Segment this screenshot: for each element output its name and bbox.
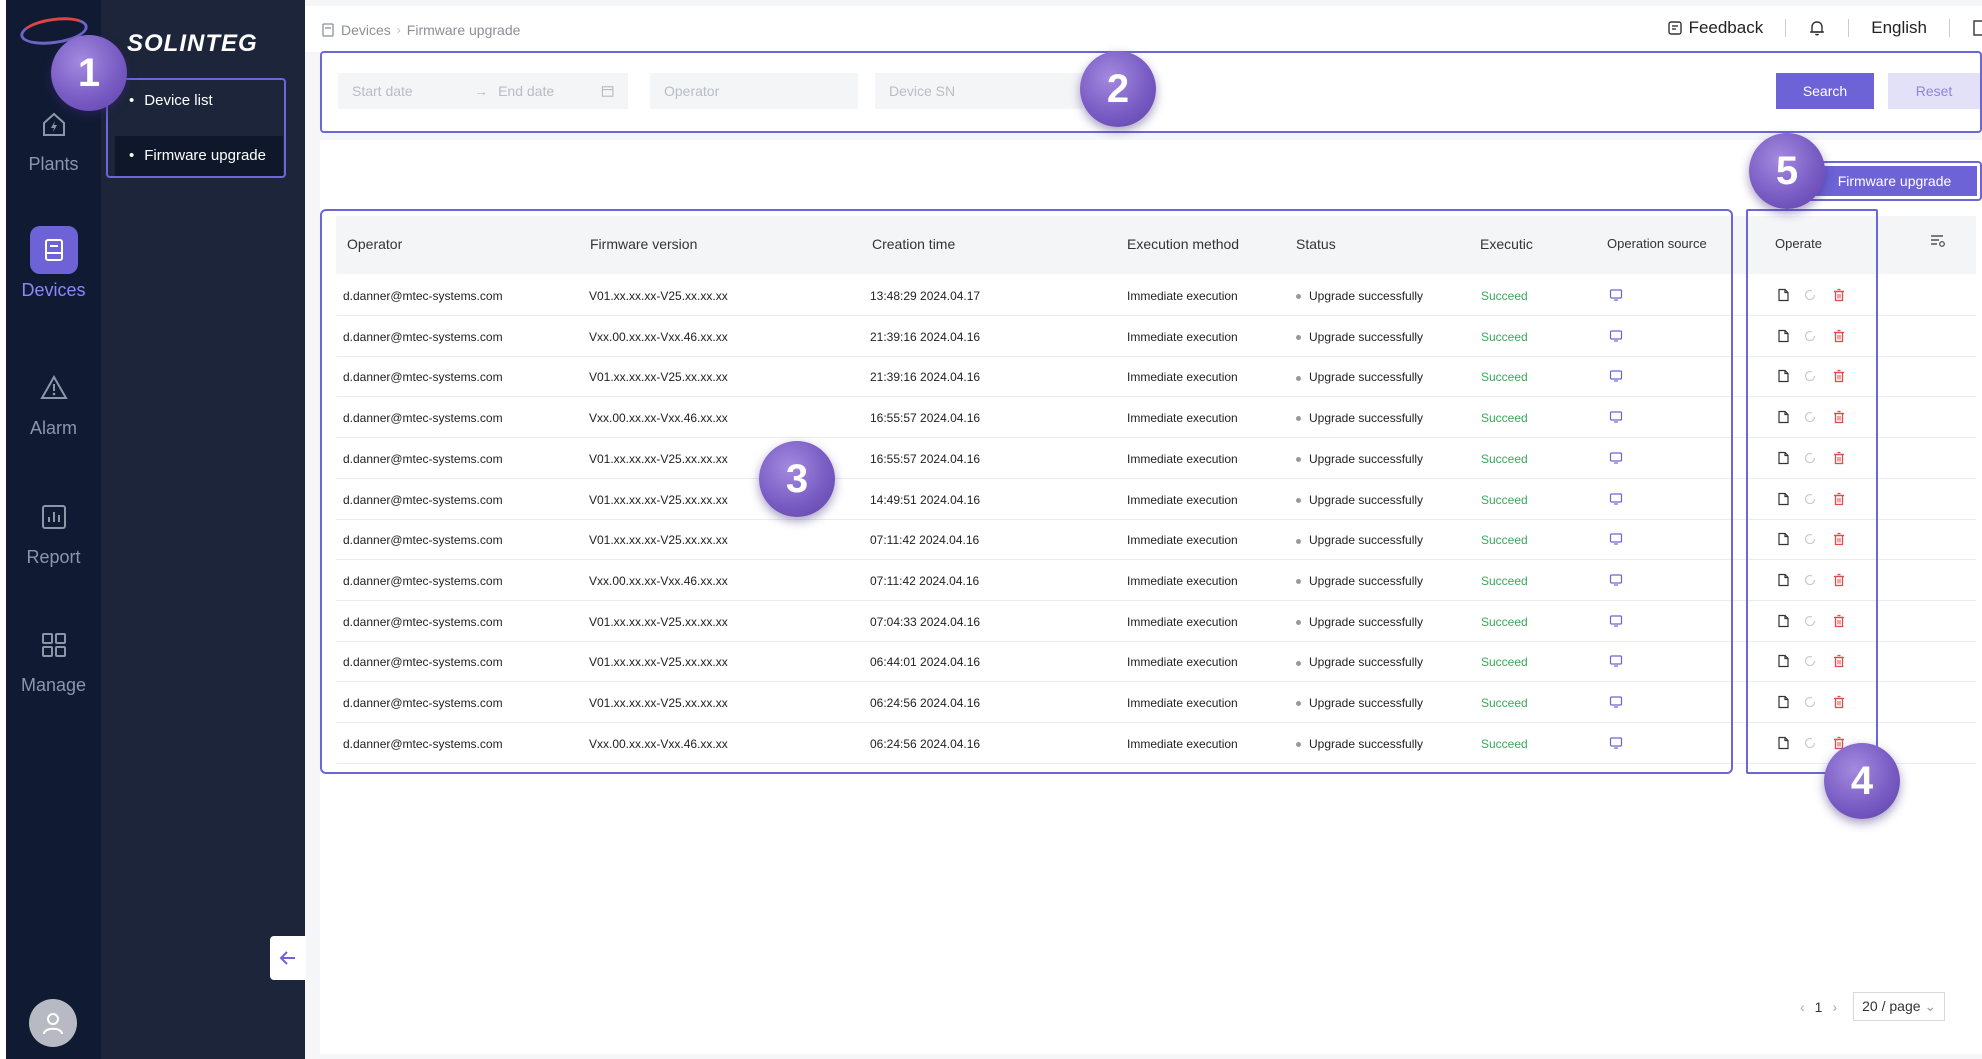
divider: [1949, 19, 1950, 37]
feedback-link[interactable]: Feedback: [1689, 18, 1764, 38]
calendar-icon: [601, 86, 614, 97]
date-range-picker[interactable]: Start date → End date: [338, 73, 628, 109]
nav-alarm-label: Alarm: [29, 418, 77, 438]
nav-devices[interactable]: Devices: [6, 226, 101, 301]
end-date-input[interactable]: End date: [498, 83, 601, 99]
annotation-badge-1: 1: [51, 35, 127, 111]
nav-plants-label: Plants: [28, 154, 79, 174]
firmware-upgrade-button[interactable]: Firmware upgrade: [1807, 161, 1982, 201]
breadcrumb-current: Firmware upgrade: [406, 22, 521, 38]
annotation-badge-5: 5: [1749, 133, 1825, 209]
subnav-highlight-box: [106, 78, 286, 178]
operate-highlight-box: [1746, 209, 1878, 774]
breadcrumb: Devices › Firmware upgrade: [321, 22, 520, 38]
user-icon: [43, 1013, 63, 1035]
range-arrow-icon: →: [474, 83, 489, 99]
page-size-select[interactable]: 20 / page ⌄: [1853, 992, 1946, 1021]
nav-report-label: Report: [26, 547, 81, 567]
nav-manage[interactable]: Manage: [6, 621, 101, 696]
feedback-icon: [1667, 21, 1682, 35]
nav-manage-label: Manage: [20, 675, 87, 695]
main-nav-rail: Plants Devices Alarm Report Manage: [6, 0, 101, 1059]
start-date-input[interactable]: Start date: [352, 83, 464, 99]
pagination: ‹ 1 › 20 / page ⌄: [1790, 992, 1946, 1021]
report-icon: [30, 493, 78, 541]
manage-icon: [30, 621, 78, 669]
brand-logo: SOLINTEG: [127, 30, 258, 57]
alarm-icon: [30, 364, 78, 412]
nav-devices-label: Devices: [21, 280, 86, 300]
user-avatar[interactable]: [29, 999, 77, 1047]
search-button[interactable]: Search: [1776, 73, 1874, 109]
page-size-value: 20 / page: [1862, 998, 1921, 1014]
table-highlight-box: [320, 209, 1733, 774]
firmware-upgrade-label: Firmware upgrade: [1812, 166, 1977, 196]
language-selector[interactable]: English: [1871, 18, 1927, 38]
operator-input[interactable]: Operator: [650, 73, 858, 109]
next-page-button[interactable]: ›: [1832, 999, 1837, 1015]
breadcrumb-separator: ›: [396, 23, 401, 37]
annotation-badge-4: 4: [1824, 743, 1900, 819]
divider: [1785, 19, 1787, 37]
current-page[interactable]: 1: [1815, 999, 1823, 1015]
divider: [1848, 19, 1850, 37]
collapse-sidebar-button[interactable]: [270, 936, 306, 980]
topbar-actions: Feedback English: [1667, 18, 1982, 38]
device-icon: [29, 226, 78, 274]
reset-button[interactable]: Reset: [1888, 73, 1980, 109]
plant-icon: [30, 100, 78, 148]
nav-report[interactable]: Report: [6, 493, 101, 568]
bell-icon[interactable]: [1808, 19, 1826, 37]
logout-icon[interactable]: [1972, 19, 1982, 37]
device-small-icon: [322, 23, 334, 37]
sub-navigation: SOLINTEG Device list Firmware upgrade: [101, 0, 305, 1059]
column-settings-icon[interactable]: [1930, 233, 1946, 249]
chevron-down-icon: ⌄: [1924, 998, 1937, 1014]
annotation-badge-2: 2: [1080, 51, 1156, 127]
nav-alarm[interactable]: Alarm: [6, 364, 101, 439]
breadcrumb-root[interactable]: Devices: [341, 22, 391, 38]
prev-page-button[interactable]: ‹: [1800, 999, 1805, 1015]
nav-plants[interactable]: Plants: [6, 100, 101, 175]
arrow-left-icon: [279, 951, 295, 965]
annotation-badge-3: 3: [759, 441, 835, 517]
device-sn-input[interactable]: Device SN: [875, 73, 1083, 109]
